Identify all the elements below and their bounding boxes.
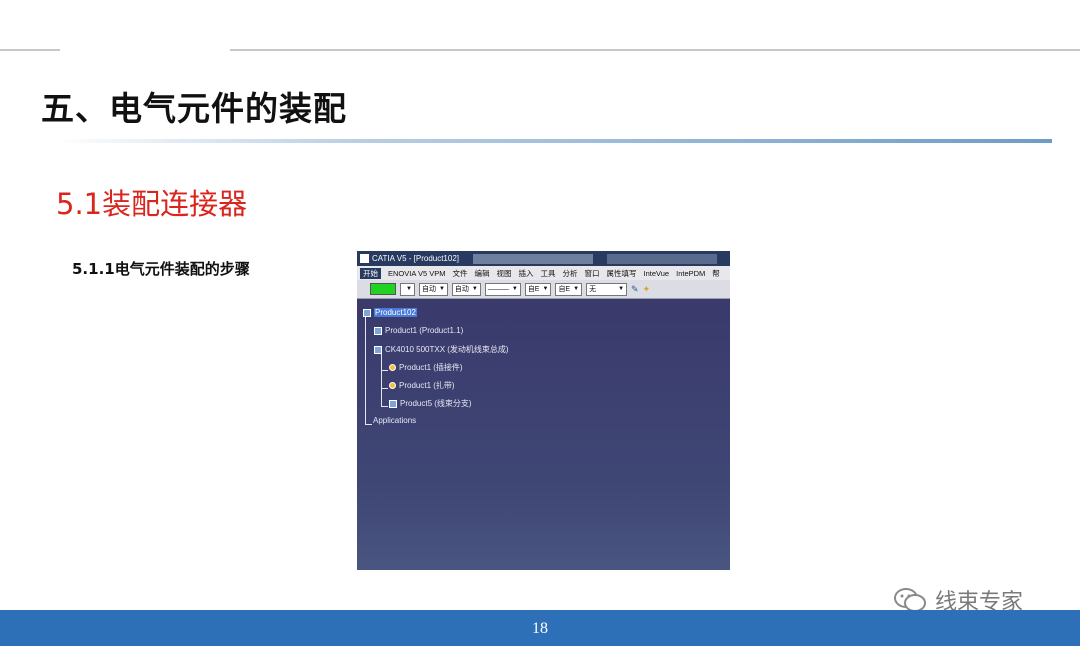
dropdown-arrow-icon: ▼ <box>406 285 412 292</box>
tree-node[interactable]: CK4010 500TXX (发动机线束总成) <box>374 344 509 355</box>
catia-title-bar: CATIA V5 - [Product102] <box>357 251 730 266</box>
combo-transparency[interactable]: 自动 ▼ <box>418 282 448 296</box>
combo-value: 自动 <box>421 285 436 293</box>
combo-layer-a[interactable]: 自E ▼ <box>524 282 552 296</box>
top-rule-left <box>0 49 60 51</box>
menu-item-intepdm[interactable]: IntePDM <box>676 269 705 278</box>
brush-icon[interactable]: ✦ <box>643 284 651 295</box>
format-painter-icon[interactable]: ✎ <box>631 284 639 295</box>
tree-connector <box>381 388 388 389</box>
dropdown-arrow-icon: ▼ <box>618 285 625 292</box>
step-heading: 5.1.1电气元件装配的步骤 <box>72 260 250 278</box>
menu-item-help[interactable]: 帮 <box>712 268 720 279</box>
menu-item-view[interactable]: 视图 <box>497 268 512 279</box>
combo-color[interactable]: ▼ <box>400 282 415 296</box>
combo-value: 自动 <box>454 285 469 293</box>
menu-item-window[interactable]: 窗口 <box>585 268 600 279</box>
tree-node[interactable]: Product5 (线束分支) <box>389 398 472 409</box>
product-icon <box>389 399 397 408</box>
part-icon <box>389 364 396 371</box>
title-divider <box>55 139 1052 143</box>
dropdown-arrow-icon: ▼ <box>438 285 445 292</box>
combo-value: 自E <box>558 285 571 293</box>
tree-connector <box>381 370 388 371</box>
product-icon <box>374 345 382 354</box>
slide-title: 五、电气元件的装配 <box>41 89 347 128</box>
tree-node-label: Product1 (Product1.1) <box>385 326 464 335</box>
catia-toolbar: ▼ 自动 ▼ 自动 ▼ ——— ▼ 自E ▼ 自E ▼ 无 ▼ ✎ ✦ <box>357 280 730 299</box>
top-rule-right <box>230 49 1080 51</box>
combo-thickness[interactable]: 自动 ▼ <box>451 282 481 296</box>
product-icon <box>374 326 382 335</box>
tree-node-label: Product102 <box>374 308 417 317</box>
menu-item-insert[interactable]: 插入 <box>519 268 534 279</box>
tree-node[interactable]: Product1 (扎带) <box>389 380 455 391</box>
menu-item-enovia[interactable]: ENOVIA V5 VPM <box>388 269 446 278</box>
specification-tree: Product102 Product1 (Product1.1) CK4010 … <box>357 303 730 570</box>
combo-layer-b[interactable]: 自E ▼ <box>555 282 583 296</box>
combo-linetype[interactable]: ——— ▼ <box>484 282 521 296</box>
menu-item-tools[interactable]: 工具 <box>541 268 556 279</box>
section-heading: 5.1装配连接器 <box>56 187 248 221</box>
menu-item-analysis[interactable]: 分析 <box>563 268 578 279</box>
tree-node-label: CK4010 500TXX (发动机线束总成) <box>385 345 509 354</box>
menu-item-edit[interactable]: 编辑 <box>475 268 490 279</box>
product-icon <box>363 308 371 317</box>
menu-item-properties[interactable]: 属性填写 <box>607 268 637 279</box>
combo-value: ——— <box>487 285 509 293</box>
dropdown-arrow-icon: ▼ <box>471 285 478 292</box>
tree-connector <box>365 424 372 425</box>
catia-menu-bar: 开始 ENOVIA V5 VPM 文件 编辑 视图 插入 工具 分析 窗口 属性… <box>357 266 730 280</box>
menu-item-intevue[interactable]: InteVue <box>644 269 670 278</box>
tree-connector <box>381 406 388 407</box>
tree-node-label: Product1 (插接件) <box>399 363 463 372</box>
page-number: 18 <box>532 620 548 637</box>
blurred-tab <box>473 253 594 264</box>
catia-window-title: CATIA V5 - [Product102] <box>372 254 460 263</box>
menu-item-start[interactable]: 开始 <box>360 267 381 279</box>
tree-connector <box>365 313 366 425</box>
tree-node-root[interactable]: Product102 <box>363 308 417 317</box>
catia-logo-icon <box>360 254 369 263</box>
combo-value: 自E <box>527 285 540 293</box>
dropdown-arrow-icon: ▼ <box>573 285 580 292</box>
blurred-tab <box>607 253 718 264</box>
part-icon <box>389 382 396 389</box>
tree-node-applications[interactable]: Applications <box>373 416 416 425</box>
menu-item-file[interactable]: 文件 <box>453 268 468 279</box>
tree-node[interactable]: Product1 (Product1.1) <box>374 326 463 335</box>
dropdown-arrow-icon: ▼ <box>511 285 518 292</box>
tree-node[interactable]: Product1 (插接件) <box>389 362 463 373</box>
tree-node-label: Product5 (线束分支) <box>400 399 472 408</box>
tree-node-label: Applications <box>373 416 417 425</box>
combo-value: 无 <box>589 285 597 293</box>
dropdown-arrow-icon: ▼ <box>542 285 549 292</box>
tree-connector <box>381 350 382 407</box>
combo-layer[interactable]: 无 ▼ <box>586 282 628 296</box>
color-swatch[interactable] <box>370 283 396 295</box>
tree-node-label: Product1 (扎带) <box>399 381 455 390</box>
catia-screenshot: CATIA V5 - [Product102] 开始 ENOVIA V5 VPM… <box>357 251 730 570</box>
